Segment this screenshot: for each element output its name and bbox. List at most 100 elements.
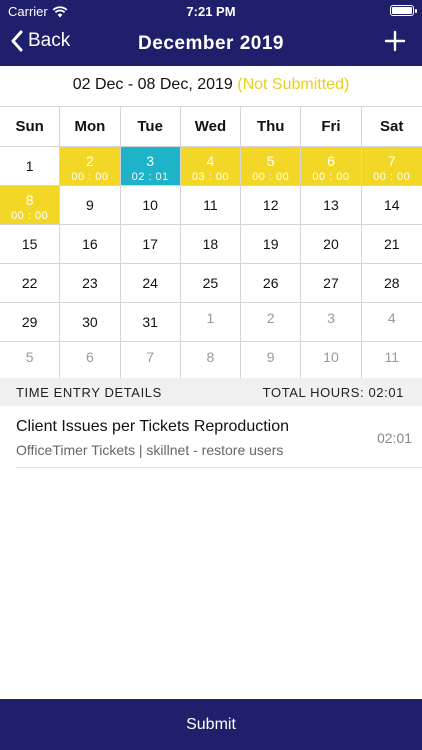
day-number: 24: [142, 275, 158, 291]
day-number: 6: [327, 153, 335, 169]
calendar-day-cell[interactable]: 3 02 : 01: [120, 147, 181, 185]
day-number: 4: [206, 153, 215, 169]
calendar-day-cell[interactable]: 7: [121, 342, 181, 380]
calendar-day-cell[interactable]: 8 00 : 00: [0, 186, 61, 224]
calendar-day-cell[interactable]: 5 00 : 00: [241, 147, 302, 185]
calendar-day-cell[interactable]: 18: [181, 225, 242, 263]
calendar-day-cell[interactable]: 1: [181, 303, 242, 341]
calendar-day-cell[interactable]: 10: [121, 186, 181, 224]
day-number: 11: [203, 197, 218, 213]
weekday-label: Tue: [121, 107, 181, 146]
calendar-day-cell[interactable]: 11: [362, 342, 422, 380]
day-number: 8: [206, 349, 215, 365]
weekday-label: Mon: [60, 107, 121, 146]
calendar-day-cell[interactable]: 25: [181, 264, 242, 302]
calendar-day-cell[interactable]: 9: [60, 186, 121, 224]
day-number: 1: [25, 158, 34, 174]
day-hours: 00 : 00: [252, 171, 290, 183]
calendar-day-cell[interactable]: 15: [0, 225, 61, 263]
calendar-day-cell[interactable]: 30: [60, 303, 121, 341]
calendar-week-row: 5 6 7 8 9 10 11: [0, 342, 422, 381]
calendar-week-row: 15 16 17 18 19 20 21: [0, 225, 422, 264]
day-number: 2: [86, 153, 94, 169]
calendar-day-cell[interactable]: 28: [362, 264, 422, 302]
weekday-label: Wed: [181, 107, 242, 146]
day-number: 30: [82, 314, 98, 330]
day-hours: 03 : 00: [191, 171, 229, 183]
day-number: 8: [25, 192, 34, 208]
calendar-day-cell[interactable]: 16: [60, 225, 121, 263]
day-number: 7: [146, 349, 155, 365]
calendar-day-cell[interactable]: 23: [60, 264, 121, 302]
calendar-day-cell[interactable]: 29: [0, 303, 61, 341]
day-number: 20: [323, 236, 339, 252]
day-number: 15: [21, 236, 38, 252]
calendar-day-cell[interactable]: 4: [362, 303, 422, 341]
calendar-day-cell[interactable]: 5: [0, 342, 61, 380]
calendar-day-cell[interactable]: 11: [181, 186, 242, 224]
calendar-week-row: 29 30 31 1 2 3 4: [0, 303, 422, 342]
time-entry-item[interactable]: Client Issues per Tickets Reproduction O…: [16, 408, 422, 468]
calendar-day-cell[interactable]: 2 00 : 00: [60, 147, 121, 185]
calendar-day-cell[interactable]: 27: [301, 264, 362, 302]
weekday-label: Sat: [380, 118, 404, 135]
calendar-day-cell[interactable]: 26: [241, 264, 302, 302]
calendar-day-cell[interactable]: 31: [121, 303, 181, 341]
calendar-day-cell[interactable]: 21: [362, 225, 422, 263]
day-number: 31: [142, 314, 158, 330]
calendar-day-cell[interactable]: 13: [301, 186, 362, 224]
day-number: 3: [146, 153, 155, 169]
calendar-day-cell[interactable]: 20: [301, 225, 362, 263]
time-entry-details-header: TIME ENTRY DETAILS TOTAL HOURS: 02:01: [0, 378, 422, 406]
entry-subtitle: OfficeTimer Tickets | skillnet - restore…: [16, 442, 284, 458]
top-bar: Carrier 7:21 PM Back December 2019: [0, 0, 422, 66]
page-title: December 2019: [138, 33, 284, 54]
day-number: 7: [387, 153, 396, 169]
calendar-day-cell[interactable]: 1: [0, 147, 61, 185]
day-hours: 00 : 00: [71, 171, 109, 183]
calendar-day-cell[interactable]: 8: [181, 342, 242, 380]
day-number: 18: [202, 236, 219, 252]
day-number: 11: [384, 349, 399, 365]
week-status: (Not Submitted): [237, 76, 350, 93]
submit-label: Submit: [186, 715, 236, 733]
plus-icon[interactable]: [384, 30, 406, 52]
day-number: 10: [142, 197, 158, 213]
day-hours: 00 : 00: [373, 171, 411, 183]
calendar-day-cell[interactable]: 17: [121, 225, 181, 263]
calendar-day-cell[interactable]: 6: [60, 342, 121, 380]
calendar-day-cell[interactable]: 3: [301, 303, 362, 341]
day-number: 27: [323, 275, 339, 291]
calendar-day-cell[interactable]: 7 00 : 00: [361, 147, 422, 185]
calendar-grid: Sun Mon Tue Wed Thu Fri Sat 1 2 00 : 00 3 02 : 01 4…: [0, 106, 422, 381]
calendar-day-cell[interactable]: 12: [241, 186, 302, 224]
calendar-day-cell[interactable]: 19: [241, 225, 302, 263]
calendar-day-cell[interactable]: 6 00 : 00: [301, 147, 362, 185]
calendar-day-cell[interactable]: 4 03 : 00: [180, 147, 242, 185]
calendar-week-row: 8 00 : 00 9 10 11 12 13 14: [0, 186, 422, 225]
entry-time: 02:01: [376, 430, 412, 446]
calendar-day-cell[interactable]: 10: [301, 342, 362, 380]
day-number: 2: [266, 310, 275, 326]
calendar-day-cell[interactable]: 2: [241, 303, 302, 341]
day-number: 9: [266, 349, 275, 365]
day-number: 1: [206, 310, 215, 326]
calendar-week-row: 22 23 24 25 26 27 28: [0, 264, 422, 303]
calendar-day-cell[interactable]: 14: [362, 186, 422, 224]
calendar-day-cell[interactable]: 9: [241, 342, 302, 380]
day-number: 23: [82, 275, 98, 291]
day-number: 13: [323, 197, 339, 213]
day-hours: 00 : 00: [312, 171, 350, 183]
day-number: 16: [82, 236, 98, 252]
calendar-weekday-header: Sun Mon Tue Wed Thu Fri Sat: [0, 107, 422, 147]
day-number: 5: [25, 349, 34, 365]
submit-button[interactable]: Submit: [0, 699, 422, 750]
day-number: 19: [262, 236, 279, 252]
calendar-day-cell[interactable]: 24: [121, 264, 181, 302]
calendar-day-cell[interactable]: 22: [0, 264, 61, 302]
weekday-label: Sun: [0, 107, 61, 146]
day-number: 5: [266, 153, 275, 169]
total-hours: TOTAL HOURS: 02:01: [262, 385, 404, 400]
day-number: 17: [142, 236, 158, 252]
day-number: 21: [383, 236, 400, 252]
